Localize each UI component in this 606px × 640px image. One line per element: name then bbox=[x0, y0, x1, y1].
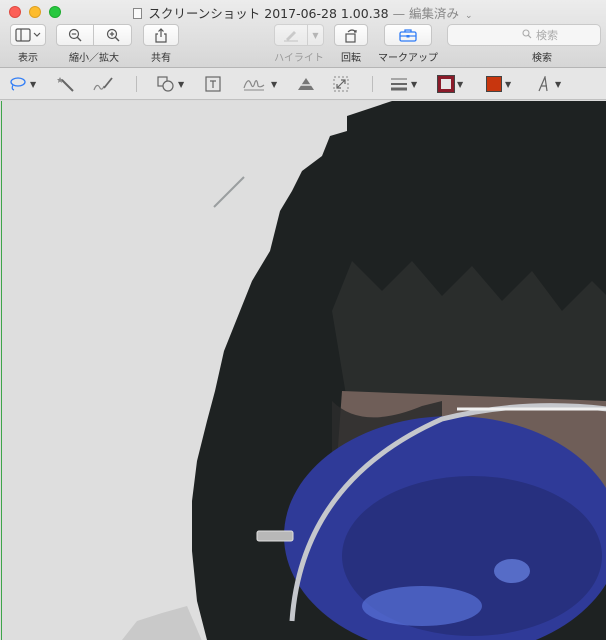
adjust-color-icon bbox=[296, 78, 316, 90]
sidebar-icon bbox=[15, 28, 41, 42]
rotate-control: 回転 bbox=[334, 24, 368, 64]
border-color-icon bbox=[437, 75, 455, 93]
zoom-in-icon bbox=[106, 28, 119, 42]
zoom-label: 縮小／拡大 bbox=[69, 53, 119, 64]
view-button[interactable] bbox=[10, 24, 46, 46]
markup-toolbar: ▼ ▼ ▼ ▼ ▼ ▼ ▼ bbox=[0, 68, 606, 100]
shape-style-button[interactable]: ▼ bbox=[390, 74, 417, 94]
search-input[interactable]: 検索 bbox=[447, 24, 601, 46]
highlight-menu-button[interactable]: ▼ bbox=[308, 24, 324, 46]
search-control: 検索 検索 bbox=[447, 24, 601, 64]
chevron-down-icon: ▼ bbox=[312, 30, 319, 40]
highlight-label: ハイライト bbox=[274, 53, 324, 64]
share-icon bbox=[155, 27, 167, 43]
text-icon bbox=[205, 76, 221, 92]
share-control: 共有 bbox=[143, 24, 179, 64]
chevron-down-icon: ▼ bbox=[505, 79, 512, 89]
lasso-selection-icon bbox=[10, 77, 26, 91]
search-label: 検索 bbox=[532, 53, 552, 64]
chevron-down-icon: ▼ bbox=[178, 79, 185, 89]
sign-icon bbox=[243, 80, 265, 91]
toolbar-divider bbox=[372, 76, 373, 92]
preview-window: スクリーンショット 2017-06-28 1.00.38 — 編集済み ⌄ 表示 bbox=[0, 0, 606, 640]
zoom-out-icon bbox=[68, 28, 82, 42]
share-label: 共有 bbox=[151, 53, 171, 64]
fill-color-button[interactable]: ▼ bbox=[486, 74, 511, 94]
shape-style-icon bbox=[391, 78, 407, 91]
rotate-icon bbox=[345, 28, 357, 43]
title-bar: スクリーンショット 2017-06-28 1.00.38 — 編集済み ⌄ 表示 bbox=[0, 0, 606, 68]
search-icon bbox=[522, 28, 532, 42]
markup-label: マークアップ bbox=[378, 53, 438, 64]
sign-button[interactable]: ▼ bbox=[242, 74, 277, 94]
adjust-size-button[interactable] bbox=[333, 74, 349, 94]
border-color-button[interactable]: ▼ bbox=[437, 74, 464, 94]
chevron-down-icon: ▼ bbox=[271, 79, 278, 89]
chevron-down-icon: ⌄ bbox=[465, 11, 473, 21]
instant-alpha-icon bbox=[57, 77, 74, 92]
shapes-button[interactable]: ▼ bbox=[157, 74, 184, 94]
selection-tool-button[interactable]: ▼ bbox=[9, 74, 36, 94]
document-icon bbox=[133, 8, 143, 19]
edited-status: — 編集済み bbox=[392, 6, 460, 21]
image-canvas[interactable] bbox=[1, 101, 606, 640]
zoom-out-button[interactable] bbox=[56, 24, 94, 46]
sketch-button[interactable] bbox=[92, 74, 114, 94]
adjust-color-button[interactable] bbox=[296, 74, 316, 94]
fill-color-icon bbox=[486, 76, 502, 92]
view-label: 表示 bbox=[18, 53, 38, 64]
zoom-control: 縮小／拡大 bbox=[56, 24, 132, 64]
search-placeholder: 検索 bbox=[536, 29, 558, 42]
chevron-down-icon: ▼ bbox=[555, 79, 562, 89]
highlighter-icon bbox=[284, 31, 298, 42]
view-control: 表示 bbox=[10, 24, 46, 64]
chevron-down-icon: ▼ bbox=[457, 79, 464, 89]
chevron-down-icon: ▼ bbox=[30, 79, 37, 89]
toolbar-divider bbox=[136, 76, 137, 92]
rotate-button[interactable] bbox=[334, 24, 368, 46]
markup-control: マークアップ bbox=[378, 24, 438, 64]
shapes-icon bbox=[157, 76, 174, 92]
text-tool-button[interactable] bbox=[205, 74, 221, 94]
instant-alpha-button[interactable] bbox=[57, 74, 75, 94]
window-title[interactable]: スクリーンショット 2017-06-28 1.00.38 — 編集済み ⌄ bbox=[0, 3, 606, 22]
toolbox-icon bbox=[399, 29, 417, 42]
photo-image bbox=[2, 101, 606, 640]
sketch-icon bbox=[93, 77, 113, 91]
highlight-button[interactable] bbox=[274, 24, 308, 46]
window-title-text: スクリーンショット 2017-06-28 1.00.38 bbox=[148, 6, 389, 21]
share-button[interactable] bbox=[143, 24, 179, 46]
rotate-label: 回転 bbox=[341, 53, 361, 64]
adjust-size-icon bbox=[333, 76, 349, 92]
zoom-in-button[interactable] bbox=[94, 24, 132, 46]
markup-toolbar-button[interactable] bbox=[384, 24, 432, 46]
highlight-control: ▼ ハイライト bbox=[274, 24, 324, 64]
chevron-down-icon: ▼ bbox=[411, 79, 418, 89]
text-style-button[interactable]: ▼ bbox=[536, 74, 561, 94]
text-style-icon bbox=[538, 76, 548, 92]
